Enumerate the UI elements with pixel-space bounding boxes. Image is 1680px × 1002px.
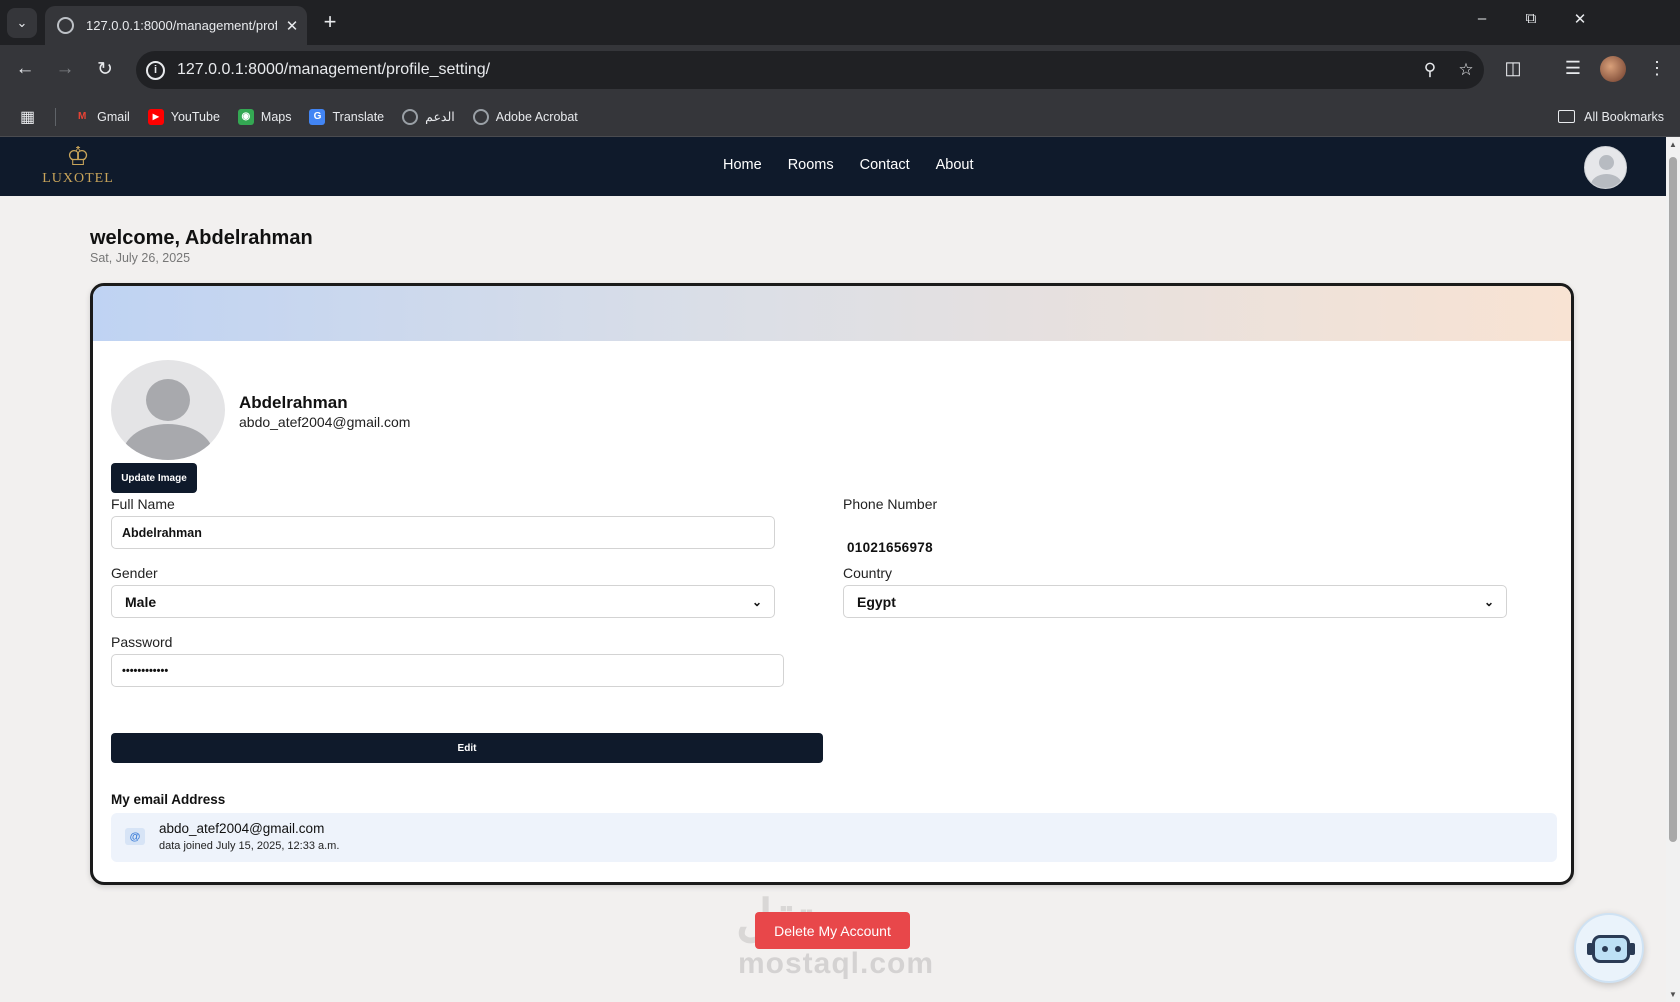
media-control-icon[interactable]: ☰ <box>1560 58 1586 79</box>
tab-close-icon[interactable]: ✕ <box>277 17 307 35</box>
full-name-input[interactable]: Abdelrahman <box>111 516 775 549</box>
nav-contact-link[interactable]: Contact <box>860 157 910 173</box>
browser-toolbar: ← → ↻ i 127.0.0.1:8000/management/profil… <box>0 45 1680 97</box>
bookmark-gmail[interactable]: M Gmail <box>74 109 130 125</box>
extensions-puzzle-icon[interactable]: ◫ <box>1500 58 1526 79</box>
gender-label: Gender <box>111 565 158 581</box>
email-section-title: My email Address <box>111 792 226 807</box>
phone-number-label: Phone Number <box>843 496 938 512</box>
scroll-down-arrow-icon[interactable]: ▼ <box>1668 990 1678 999</box>
browser-tab-active[interactable]: 127.0.0.1:8000/management/profile_settin… <box>45 6 307 45</box>
robot-eye-left <box>1602 946 1608 952</box>
gender-selected-value: Male <box>125 593 157 610</box>
reload-icon[interactable]: ↻ <box>92 58 118 81</box>
main-menu: Home Rooms Contact About <box>723 157 1000 173</box>
profile-email: abdo_atef2004@gmail.com <box>239 414 411 430</box>
all-bookmarks-button[interactable]: All Bookmarks <box>1558 110 1664 124</box>
maps-icon: ◉ <box>237 108 254 125</box>
site-navbar: ♔ LUXOTEL Home Rooms Contact About <box>0 137 1666 196</box>
folder-icon <box>1558 110 1576 123</box>
bookmark-adobe-acrobat[interactable]: Adobe Acrobat <box>472 108 578 125</box>
bookmark-support[interactable]: الدعم <box>402 108 455 125</box>
address-bar[interactable]: i 127.0.0.1:8000/management/profile_sett… <box>136 51 1484 89</box>
country-select[interactable]: Egypt ⌄ <box>843 585 1507 618</box>
avatar-body-shape <box>123 424 213 460</box>
globe-icon <box>472 108 489 125</box>
email-address-item: @ abdo_atef2004@gmail.com data joined Ju… <box>111 813 1557 862</box>
robot-eye-right <box>1615 946 1621 952</box>
mostaql-watermark-url: mostaql.com <box>738 947 935 980</box>
back-arrow-icon[interactable]: ← <box>12 58 38 80</box>
apps-grid-icon[interactable]: ▦ <box>20 107 35 127</box>
translate-icon: G <box>309 108 326 125</box>
current-date: Sat, July 26, 2025 <box>90 251 191 265</box>
address-url[interactable]: 127.0.0.1:8000/management/profile_settin… <box>177 61 1412 79</box>
bookmark-star-icon[interactable]: ☆ <box>1448 60 1484 80</box>
zoom-magnifier-icon[interactable]: ⚲ <box>1412 60 1448 80</box>
profile-card: Abdelrahman abdo_atef2004@gmail.com Upda… <box>90 283 1574 885</box>
avatar-head-shape <box>1599 155 1614 170</box>
browser-tab-bar: ⌄ 127.0.0.1:8000/management/profile_sett… <box>0 0 1680 45</box>
bookmarks-separator <box>55 107 57 126</box>
country-selected-value: Egypt <box>857 593 896 610</box>
browser-menu-kebab-icon[interactable]: ⋮ <box>1644 58 1670 79</box>
email-joined-date: data joined July 15, 2025, 12:33 a.m. <box>159 840 340 852</box>
chevron-down-icon: ⌄ <box>1483 594 1494 609</box>
chevron-down-icon: ⌄ <box>751 594 762 609</box>
country-label: Country <box>843 565 893 581</box>
forward-arrow-icon[interactable]: → <box>52 58 78 80</box>
page-scrollbar[interactable]: ▲ ▼ <box>1666 137 1680 1002</box>
gmail-icon: M <box>77 111 87 122</box>
new-tab-plus-icon[interactable]: + <box>318 10 342 34</box>
full-name-label: Full Name <box>111 496 175 512</box>
nav-about-link[interactable]: About <box>936 157 974 173</box>
tab-title: 127.0.0.1:8000/management/profile_settin… <box>86 18 277 33</box>
tab-favicon-globe-icon <box>57 17 74 34</box>
globe-icon <box>402 108 419 125</box>
youtube-icon: ▶ <box>147 108 164 125</box>
logo-text: LUXOTEL <box>42 171 114 186</box>
phone-number-input[interactable]: 01021656978 <box>847 540 933 555</box>
email-at-icon: @ <box>125 828 145 845</box>
nav-rooms-link[interactable]: Rooms <box>788 157 834 173</box>
edit-profile-button[interactable]: Edit <box>111 733 823 763</box>
window-minimize-icon[interactable]: – <box>1467 10 1497 27</box>
luxotel-logo[interactable]: ♔ LUXOTEL <box>38 141 118 193</box>
tab-search-chevron-icon[interactable]: ⌄ <box>7 8 37 38</box>
crown-icon: ♔ <box>66 141 90 171</box>
password-label: Password <box>111 634 173 650</box>
profile-banner <box>93 286 1571 341</box>
email-address-value: abdo_atef2004@gmail.com <box>159 821 325 836</box>
site-info-icon[interactable]: i <box>146 60 165 80</box>
bookmarks-bar: ▦ M Gmail ▶ YouTube ◉ Maps G Translate ا… <box>0 97 1680 137</box>
browser-profile-avatar[interactable] <box>1600 56 1626 82</box>
update-image-button[interactable]: Update Image <box>111 463 197 493</box>
chatbot-button[interactable] <box>1574 913 1644 983</box>
profile-avatar <box>111 360 225 460</box>
page-viewport: ♔ LUXOTEL Home Rooms Contact About welco… <box>0 137 1680 1002</box>
bookmark-translate[interactable]: G Translate <box>309 108 384 125</box>
scrollbar-thumb[interactable] <box>1669 157 1677 842</box>
scroll-up-arrow-icon[interactable]: ▲ <box>1668 140 1678 149</box>
nav-home-link[interactable]: Home <box>723 157 762 173</box>
profile-name: Abdelrahman <box>239 393 348 412</box>
robot-icon <box>1592 935 1630 963</box>
password-input[interactable]: •••••••••••• <box>111 654 784 687</box>
delete-account-button[interactable]: Delete My Account <box>755 912 910 949</box>
user-avatar-menu[interactable] <box>1584 146 1627 189</box>
welcome-heading: welcome, Abdelrahman <box>90 227 313 249</box>
avatar-body-shape <box>1591 174 1622 188</box>
avatar-head-shape <box>146 379 190 421</box>
bookmark-youtube[interactable]: ▶ YouTube <box>147 108 220 125</box>
bookmark-maps[interactable]: ◉ Maps <box>237 108 291 125</box>
window-close-icon[interactable]: ✕ <box>1565 10 1595 28</box>
gender-select[interactable]: Male ⌄ <box>111 585 775 618</box>
window-restore-icon[interactable]: ⧉ <box>1516 10 1546 27</box>
